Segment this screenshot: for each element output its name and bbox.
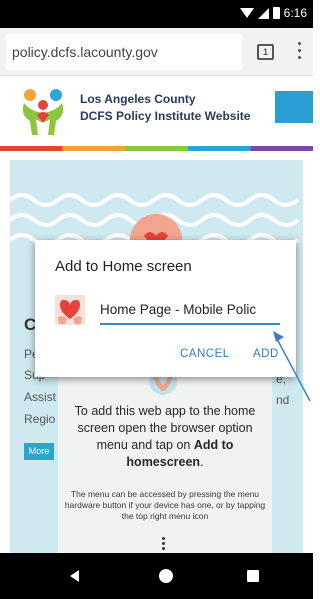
- site-title[interactable]: Los Angeles County DCFS Policy Institute…: [80, 91, 250, 125]
- background-text: Regio: [24, 412, 56, 426]
- add-to-home-dialog: Add to Home screen Home Page - Mobile Po…: [35, 240, 296, 377]
- menu-dots-icon: [162, 537, 166, 552]
- home-icon[interactable]: [159, 569, 173, 583]
- tabs-icon[interactable]: 1: [257, 44, 274, 60]
- navigation-bar: [0, 553, 313, 599]
- site-title-line1: Los Angeles County: [80, 92, 196, 106]
- site-header: Los Angeles County DCFS Policy Institute…: [0, 77, 313, 149]
- shortcut-name-input[interactable]: Home Page - Mobile Polic: [100, 299, 280, 325]
- status-bar: 6:16: [0, 0, 313, 28]
- instructions-main-text: To add this web app to the home screen o…: [74, 404, 256, 469]
- dialog-title: Add to Home screen: [55, 258, 192, 275]
- color-strip: [0, 146, 313, 151]
- signal-icon: [257, 7, 269, 19]
- site-title-line2: DCFS Policy Institute Website: [80, 109, 251, 123]
- cancel-button[interactable]: CANCEL: [180, 348, 230, 360]
- address-bar[interactable]: policy.dcfs.lacounty.gov: [6, 34, 242, 70]
- wifi-icon: [239, 8, 254, 18]
- browser-toolbar: policy.dcfs.lacounty.gov 1: [0, 28, 313, 76]
- overflow-menu-icon[interactable]: [296, 42, 302, 62]
- recent-apps-icon[interactable]: [247, 570, 259, 582]
- status-time: 6:16: [283, 6, 307, 20]
- add-to-homescreen-instructions: To add this web app to the home screen o…: [58, 373, 272, 555]
- site-heart-icon: [55, 295, 85, 325]
- status-icons: 6:16: [239, 6, 307, 20]
- back-icon[interactable]: [70, 570, 79, 582]
- battery-icon: [272, 7, 280, 19]
- more-button[interactable]: More: [24, 443, 54, 460]
- header-menu-button[interactable]: [275, 91, 313, 123]
- instructions-small-text: The menu can be accessed by pressing the…: [64, 489, 266, 521]
- background-text: Assist: [24, 390, 57, 404]
- dcfs-logo-icon: [22, 89, 64, 135]
- pointer-arrow-icon: [273, 331, 311, 402]
